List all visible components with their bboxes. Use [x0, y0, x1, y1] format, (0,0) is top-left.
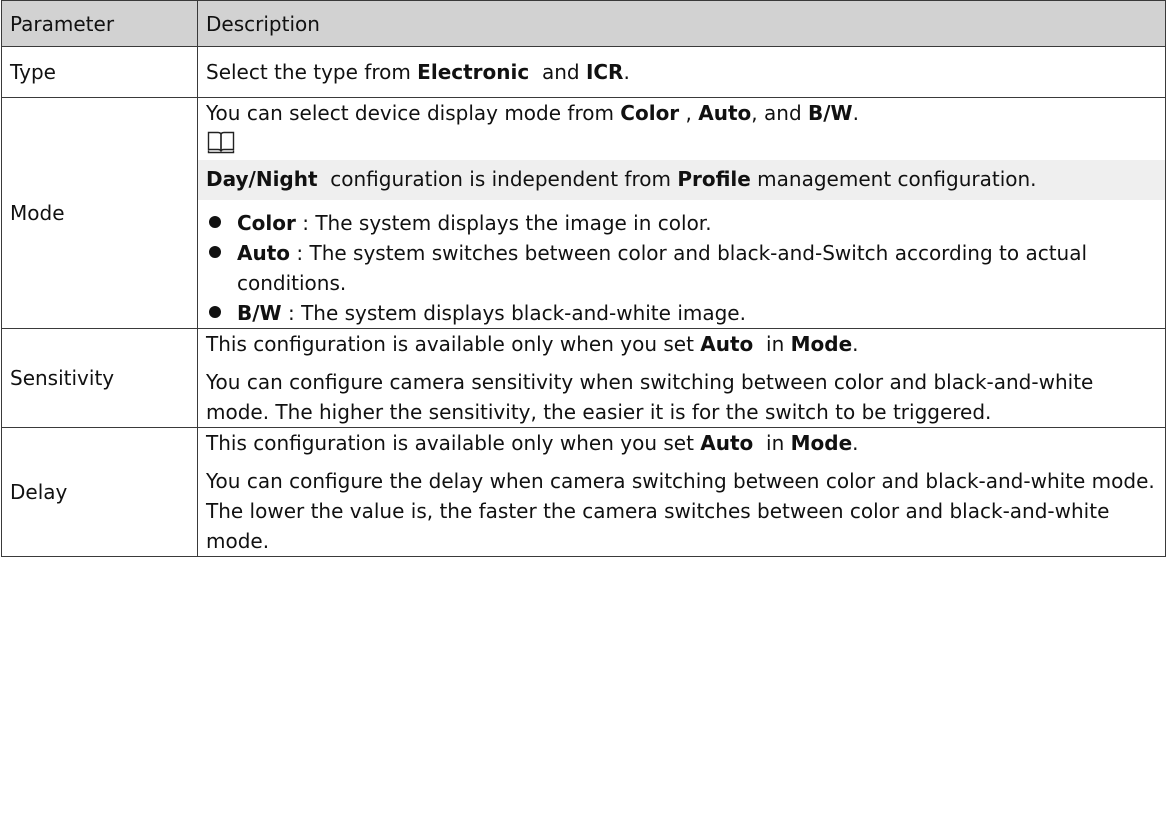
- param-desc-delay: This configuration is available only whe…: [197, 427, 1166, 557]
- note-box: Day/Night configuration is independent f…: [198, 160, 1165, 200]
- param-name-mode: Mode: [1, 97, 198, 329]
- param-name-type: Type: [1, 46, 198, 98]
- availability-note: This configuration is available only whe…: [206, 332, 859, 356]
- table-header-row: Parameter Description: [1, 0, 1166, 47]
- param-desc-type: Select the type from Electronic and ICR.: [197, 46, 1166, 98]
- table-row-type: Type Select the type from Electronic and…: [1, 46, 1166, 98]
- param-name-sensitivity: Sensitivity: [1, 328, 198, 428]
- availability-note: This configuration is available only whe…: [206, 431, 859, 455]
- header-description: Description: [197, 0, 1166, 47]
- header-parameter: Parameter: [1, 0, 198, 47]
- mode-intro: You can select device display mode from …: [206, 101, 859, 125]
- option-electronic: Electronic: [417, 60, 530, 84]
- book-icon: [207, 131, 235, 154]
- table-row-sensitivity: Sensitivity This configuration is availa…: [1, 328, 1166, 428]
- table-row-delay: Delay This configuration is available on…: [1, 427, 1166, 557]
- mode-options-list: Color : The system displays the image in…: [206, 208, 1157, 328]
- option-icr: ICR: [585, 60, 624, 84]
- param-desc-mode: You can select device display mode from …: [197, 97, 1166, 329]
- sensitivity-detail: You can configure camera sensitivity whe…: [206, 370, 1094, 424]
- list-item: Color : The system displays the image in…: [206, 208, 1157, 238]
- list-item: B/W : The system displays black-and-whit…: [206, 298, 1157, 328]
- param-desc-sensitivity: This configuration is available only whe…: [197, 328, 1166, 428]
- delay-detail: You can configure the delay when camera …: [206, 469, 1155, 553]
- parameter-table: Parameter Description Type Select the ty…: [1, 0, 1166, 557]
- table-row-mode: Mode You can select device display mode …: [1, 97, 1166, 329]
- param-name-delay: Delay: [1, 427, 198, 557]
- list-item: Auto : The system switches between color…: [206, 238, 1157, 298]
